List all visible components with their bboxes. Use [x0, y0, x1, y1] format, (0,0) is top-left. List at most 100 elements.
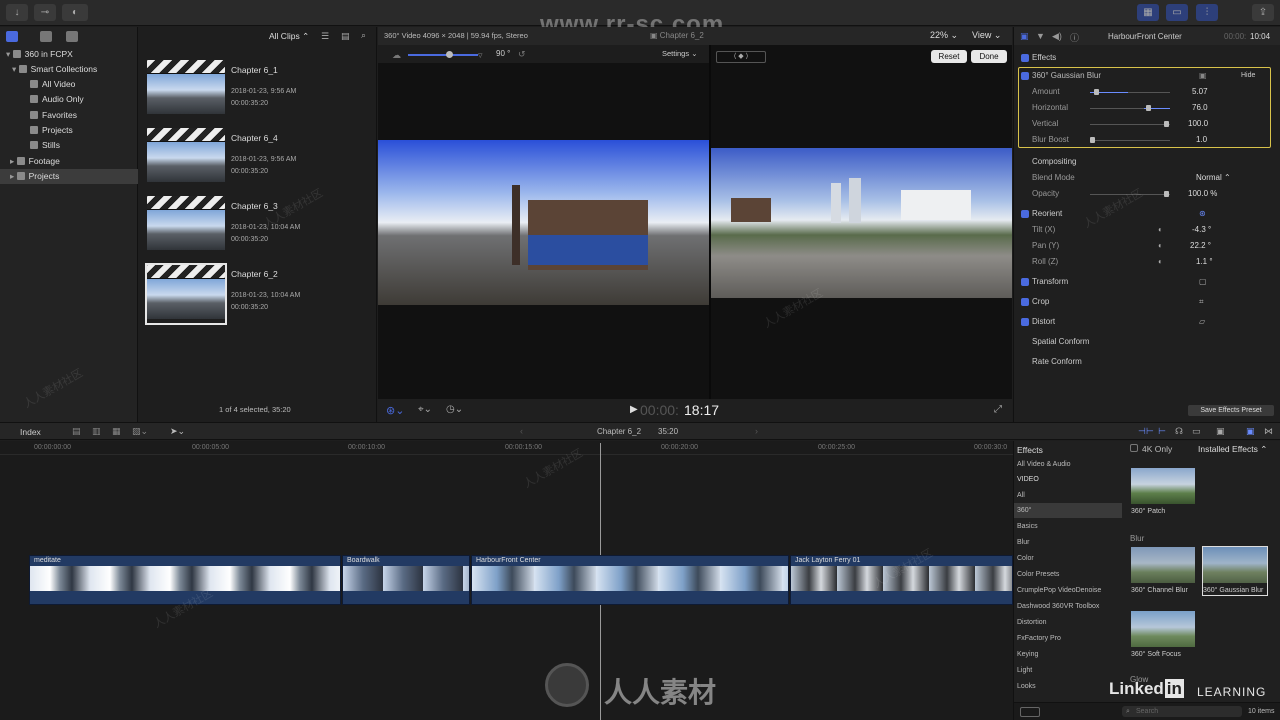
effects-checkbox[interactable]: [1021, 54, 1029, 62]
audio-inspector-icon[interactable]: ◀): [1052, 31, 1062, 42]
slider-knob[interactable]: [1146, 105, 1151, 111]
list-view-icon[interactable]: ☰: [321, 31, 329, 42]
keyword-icon[interactable]: ⊸: [34, 4, 56, 21]
fx-category[interactable]: Light: [1014, 663, 1122, 678]
sidebar-item-projects[interactable]: ▸ Projects: [0, 169, 138, 184]
view-dropdown[interactable]: View ⌄: [972, 30, 1001, 41]
save-effects-preset-button[interactable]: Save Effects Preset: [1188, 405, 1274, 416]
rate-conform-section[interactable]: Rate Conform: [1014, 354, 1280, 370]
fx-category[interactable]: CrumplePop VideoDenoise: [1014, 583, 1122, 598]
fx-category[interactable]: Blur: [1014, 535, 1122, 550]
crop-section[interactable]: Crop ⌗: [1014, 294, 1280, 310]
reset-angle-icon[interactable]: ↺: [518, 49, 526, 60]
transform-section[interactable]: Transform ▢: [1014, 274, 1280, 290]
crop-icon[interactable]: ⌗: [1199, 294, 1204, 310]
sidebar-item-favorites[interactable]: Favorites: [0, 108, 138, 123]
zoom-dropdown[interactable]: 22% ⌄: [930, 30, 958, 41]
select-tool-icon[interactable]: ➤⌄: [170, 426, 185, 437]
fx-category-360[interactable]: 360°: [1014, 503, 1122, 518]
reorient-icon[interactable]: ⊛: [1199, 206, 1206, 222]
sidebar-item-projects-smart[interactable]: Projects: [0, 123, 138, 138]
background-tasks-icon[interactable]: ◐: [62, 4, 88, 21]
blend-mode-dropdown[interactable]: Normal ⌃: [1196, 170, 1231, 186]
slider-knob[interactable]: [1164, 191, 1169, 197]
library-root[interactable]: ▾ 360 in FCPX: [0, 47, 138, 62]
search-icon[interactable]: ⌕: [361, 30, 366, 41]
fx-item-soft-focus[interactable]: 360° Soft Focus: [1131, 611, 1195, 659]
effect-preset-icon[interactable]: ▣: [1199, 68, 1207, 84]
speed-icon[interactable]: ◷⌄: [446, 404, 463, 415]
done-button[interactable]: Done: [971, 50, 1007, 63]
vertical-slider[interactable]: [1090, 121, 1170, 127]
timeline-clip-harbourfront[interactable]: HarbourFront Center: [471, 555, 789, 605]
distort-section[interactable]: Distort ▱: [1014, 314, 1280, 330]
slider-knob[interactable]: [1090, 137, 1095, 143]
show-inspector-icon[interactable]: ⫶: [1196, 4, 1218, 21]
sidebar-item-footage[interactable]: ▸ Footage: [0, 154, 138, 169]
info-inspector-icon[interactable]: ⓘ: [1070, 31, 1079, 44]
fx-category[interactable]: Color: [1014, 551, 1122, 566]
insert-edit-icon[interactable]: ▥: [92, 426, 101, 437]
4k-only-checkbox[interactable]: [1130, 444, 1138, 452]
onscreen-controls-icon[interactable]: ⟨ ◆ ⟩: [716, 51, 766, 63]
fx-item-gaussian-blur[interactable]: 360° Gaussian Blur: [1202, 546, 1268, 596]
libraries-tab-icon[interactable]: [6, 31, 18, 42]
timeline-clip-boardwalk[interactable]: Boardwalk: [342, 555, 470, 605]
clip-thumbnail-2[interactable]: [147, 128, 225, 186]
horizontal-slider[interactable]: [1090, 105, 1170, 111]
fx-category[interactable]: Distortion: [1014, 615, 1122, 630]
clip-thumbnail-1[interactable]: [147, 60, 225, 118]
sidebar-toggle-icon[interactable]: [1020, 707, 1040, 717]
timeline[interactable]: 00:00:00:00 00:00:05:00 00:00:10:00 00:0…: [0, 441, 1013, 720]
distort-checkbox[interactable]: [1021, 318, 1029, 326]
fx-category[interactable]: FxFactory Pro: [1014, 631, 1122, 646]
transform-tool-icon[interactable]: ⌖⌄: [418, 404, 432, 415]
connect-edit-icon[interactable]: ▧⌄: [132, 426, 148, 437]
blur-boost-slider[interactable]: [1090, 137, 1170, 143]
fx-category[interactable]: All Video & Audio: [1014, 457, 1122, 472]
amount-slider[interactable]: [1090, 89, 1170, 95]
fx-category[interactable]: Color Presets: [1014, 567, 1122, 582]
transitions-browser-icon[interactable]: ⋈: [1264, 426, 1273, 437]
installed-effects-dropdown[interactable]: Installed Effects ⌃: [1198, 444, 1267, 455]
slider-knob[interactable]: [1094, 89, 1099, 95]
share-icon[interactable]: ⇪: [1252, 4, 1274, 21]
slider-knob[interactable]: [1164, 121, 1169, 127]
headphones-icon[interactable]: ☊: [1175, 426, 1183, 437]
dial-icon[interactable]: ◐: [1158, 238, 1163, 254]
forward-arrow-icon[interactable]: ›: [755, 426, 758, 436]
import-icon[interactable]: ↓: [6, 4, 28, 21]
video-inspector-icon[interactable]: ▣: [1020, 31, 1029, 42]
distort-icon[interactable]: ▱: [1199, 314, 1205, 330]
reorient-section[interactable]: Reorient ⊛: [1014, 206, 1280, 222]
color-inspector-icon[interactable]: ▼: [1036, 31, 1045, 41]
skimming-icon[interactable]: ⊣⊢: [1138, 426, 1154, 437]
effects-section[interactable]: Effects: [1014, 50, 1280, 66]
filmstrip-icon[interactable]: ▤: [341, 31, 350, 42]
snapping-icon[interactable]: ▭: [1192, 426, 1201, 437]
transform-icon[interactable]: ▢: [1199, 274, 1207, 290]
compositing-section[interactable]: Compositing: [1014, 154, 1280, 170]
audio-skimming-icon[interactable]: ⊢: [1158, 426, 1166, 437]
append-edit-icon[interactable]: ▤: [72, 426, 81, 437]
fx-category[interactable]: Basics: [1014, 519, 1122, 534]
settings-dropdown[interactable]: Settings ⌄: [662, 49, 697, 58]
gaussian-blur-effect[interactable]: 360° Gaussian Blur ▣ Hide: [1014, 68, 1280, 84]
play-button[interactable]: ▶: [630, 404, 638, 415]
slider-knob[interactable]: [446, 51, 453, 58]
sidebar-item-smart-collections[interactable]: ▾ Smart Collections: [0, 62, 138, 77]
sidebar-item-all-video[interactable]: All Video: [0, 77, 138, 92]
overwrite-edit-icon[interactable]: ▦: [112, 426, 121, 437]
dial-icon[interactable]: ◐: [1158, 222, 1163, 238]
effect-checkbox[interactable]: [1021, 72, 1029, 80]
fx-category[interactable]: Keying: [1014, 647, 1122, 662]
reorient-checkbox[interactable]: [1021, 210, 1029, 218]
index-button[interactable]: Index: [20, 427, 41, 437]
fx-item-360-patch[interactable]: 360° Patch: [1131, 468, 1195, 516]
effects-search-field[interactable]: ⌕ Search: [1122, 706, 1242, 717]
dial-icon[interactable]: ◐: [1158, 254, 1163, 270]
fx-category[interactable]: Dashwood 360VR Toolbox: [1014, 599, 1122, 614]
photos-tab-icon[interactable]: [40, 31, 52, 42]
show-browser-icon[interactable]: ▦: [1137, 4, 1159, 21]
back-arrow-icon[interactable]: ‹: [520, 426, 523, 436]
